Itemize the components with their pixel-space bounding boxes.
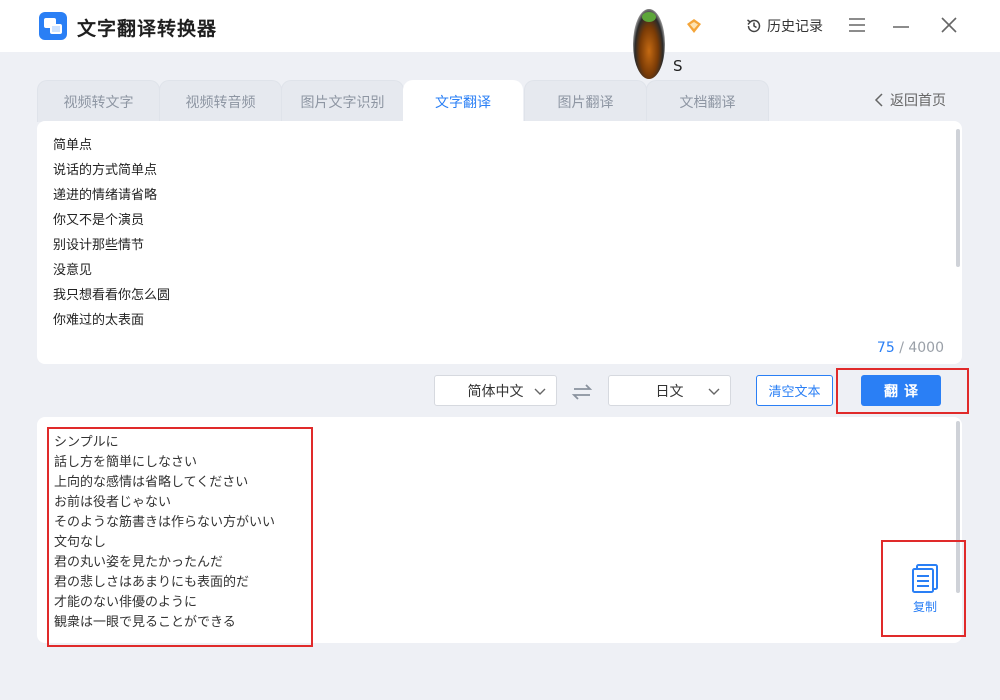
source-line: 别设计那些情节 — [53, 238, 145, 253]
target-language-select[interactable]: 日文 — [608, 375, 731, 406]
source-line: 简单点 — [53, 138, 93, 153]
chevron-down-icon — [534, 388, 546, 395]
vip-diamond-icon[interactable] — [686, 18, 702, 34]
source-language-select[interactable]: 简体中文 — [434, 375, 557, 406]
tab-image-ocr[interactable]: 图片文字识别 — [281, 80, 404, 122]
char-counter: 75 / 4000 — [877, 340, 944, 356]
minimize-icon[interactable] — [890, 14, 912, 36]
tab-document-translate[interactable]: 文档翻译 — [646, 80, 769, 122]
source-language-value: 简体中文 — [467, 383, 524, 400]
back-home-label: 返回首页 — [890, 93, 946, 109]
clear-text-button[interactable]: 清空文本 — [756, 375, 833, 406]
source-line: 没意见 — [53, 263, 93, 278]
copy-button[interactable]: 复制 — [905, 562, 945, 616]
chevron-down-icon — [708, 388, 720, 395]
app-logo-icon — [39, 12, 67, 40]
chevron-left-icon — [874, 93, 883, 107]
char-max: / 4000 — [899, 340, 944, 356]
copy-icon — [912, 564, 938, 593]
history-button[interactable]: 历史记录 — [745, 16, 823, 36]
title-bar: 文字翻译转换器 历史记录 — [0, 0, 1000, 52]
source-line: 你又不是个演员 — [53, 213, 145, 228]
tab-video-to-audio[interactable]: 视频转音频 — [159, 80, 282, 122]
source-text-area[interactable]: 简单点 说话的方式简单点 递进的情绪请省略 你又不是个演员 别设计那些情节 没意… — [37, 121, 962, 364]
char-count: 75 — [876, 340, 895, 356]
tab-image-translate[interactable]: 图片翻译 — [524, 80, 647, 122]
back-home-link[interactable]: 返回首页 — [874, 90, 946, 110]
copy-label: 复制 — [912, 600, 937, 614]
source-line: 我只想看看你怎么圆 — [53, 288, 171, 303]
close-icon[interactable] — [938, 14, 960, 36]
tab-video-to-text[interactable]: 视频转文字 — [37, 80, 160, 122]
menu-icon[interactable] — [846, 14, 868, 36]
source-text: 简单点 说话的方式简单点 递进的情绪请省略 你又不是个演员 别设计那些情节 没意… — [53, 133, 170, 333]
swap-languages-icon[interactable] — [571, 381, 593, 403]
source-scrollbar[interactable] — [956, 129, 960, 267]
username: S — [673, 57, 683, 75]
tab-text-translate[interactable]: 文字翻译 — [403, 80, 523, 122]
avatar[interactable] — [633, 9, 665, 79]
history-icon — [747, 19, 761, 33]
source-line: 递进的情绪请省略 — [53, 188, 158, 203]
source-line: 你难过的太表面 — [53, 313, 145, 328]
source-line: 说话的方式简单点 — [53, 163, 158, 178]
app-title: 文字翻译转换器 — [77, 18, 218, 40]
highlight-box-translation — [47, 427, 313, 647]
history-label: 历史记录 — [767, 19, 823, 35]
target-language-value: 日文 — [655, 383, 684, 400]
translate-button[interactable]: 翻译 — [861, 375, 941, 406]
